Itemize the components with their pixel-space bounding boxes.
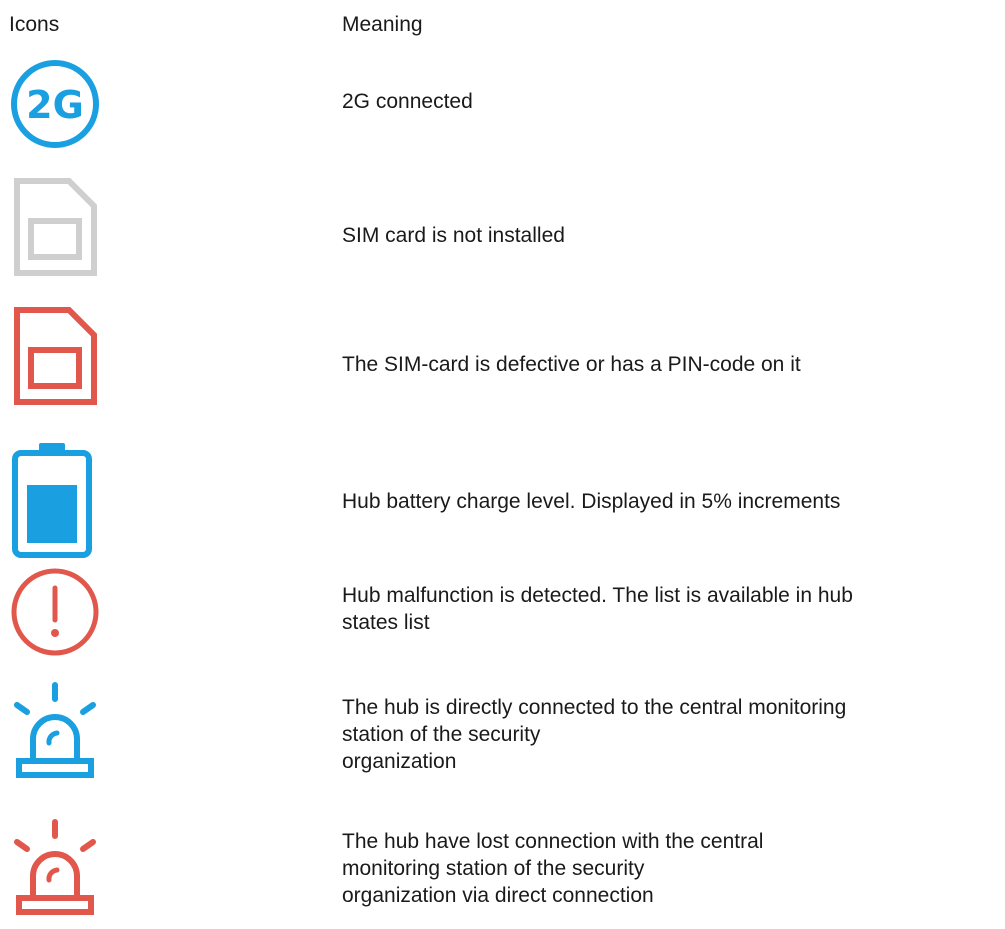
2g-connected-icon: 2G: [9, 58, 101, 150]
meaning-line: organization: [342, 750, 457, 773]
meaning-line: 2G connected: [342, 90, 473, 113]
meaning-column-header: Meaning: [342, 13, 423, 36]
meaning-line: The SIM-card is defective or has a PIN-c…: [342, 353, 801, 376]
meaning-line: station of the security: [342, 723, 541, 746]
meaning-line: The hub is directly connected to the cen…: [342, 696, 847, 719]
meaning-2g-connected: 2G connected: [342, 88, 1002, 115]
meaning-line: organization via direct connection: [342, 884, 654, 907]
sim-card-gray-icon: [9, 177, 101, 277]
battery-icon: [9, 441, 101, 559]
meaning-hub-connected-cms: The hub is directly connected to the cen…: [342, 694, 1002, 775]
meaning-line: The hub have lost connection with the ce…: [342, 830, 764, 853]
2g-icon-label: 2G: [26, 83, 84, 127]
meaning-hub-malfunction: Hub malfunction is detected. The list is…: [342, 582, 1002, 636]
meaning-line: SIM card is not installed: [342, 224, 565, 247]
meaning-line: Hub battery charge level. Displayed in 5…: [342, 490, 841, 513]
meaning-line: monitoring station of the security: [342, 857, 645, 880]
siren-blue-icon: [9, 681, 101, 781]
meaning-sim-not-installed: SIM card is not installed: [342, 222, 1002, 249]
meaning-line: states list: [342, 611, 430, 634]
meaning-hub-lost-cms: The hub have lost connection with the ce…: [342, 828, 1002, 909]
siren-red-icon: [9, 818, 101, 923]
meaning-line: Hub malfunction is detected. The list is…: [342, 584, 853, 607]
meaning-battery-level: Hub battery charge level. Displayed in 5…: [342, 488, 1002, 515]
icons-column-header: Icons: [9, 13, 60, 36]
sim-card-red-icon: [9, 306, 101, 406]
meaning-sim-defective: The SIM-card is defective or has a PIN-c…: [342, 351, 1002, 378]
alert-circle-icon: [9, 566, 101, 658]
